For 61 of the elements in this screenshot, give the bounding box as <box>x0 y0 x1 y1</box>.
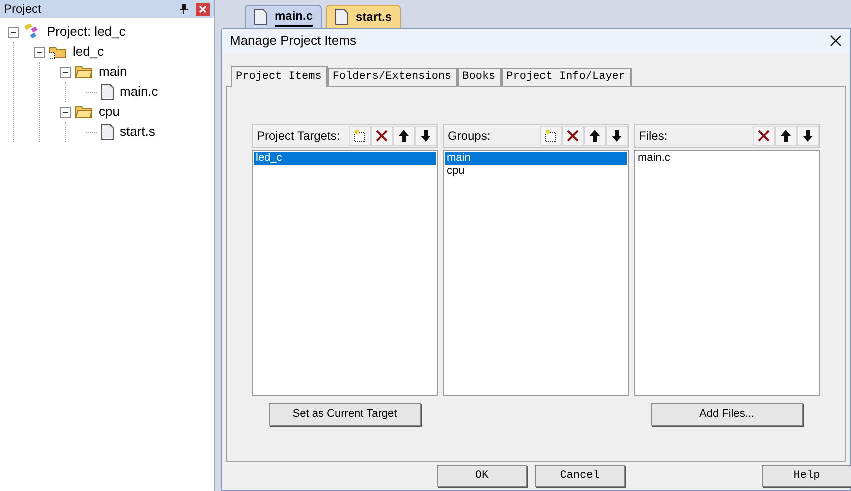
dialog-title: Manage Project Items <box>230 32 356 50</box>
move-up-button[interactable] <box>775 126 797 146</box>
up-arrow-icon <box>589 129 601 143</box>
dialog-button[interactable]: Help <box>762 465 851 487</box>
list-title: Groups: <box>448 128 491 145</box>
file-icon <box>335 9 348 25</box>
tree-item[interactable]: main <box>97 62 130 82</box>
down-arrow-icon <box>611 129 623 143</box>
folder-icon <box>75 105 93 119</box>
tree-item[interactable]: main.c <box>118 82 160 102</box>
file-icon <box>254 9 267 25</box>
collapse-icon[interactable] <box>60 106 71 118</box>
dialog-tab[interactable]: Project Items <box>231 66 328 87</box>
dialog-tab[interactable]: Project Info/Layer <box>502 68 632 86</box>
down-arrow-icon <box>420 129 432 143</box>
list-item[interactable]: led_c <box>254 152 436 165</box>
collapse-icon[interactable] <box>8 26 19 38</box>
pin-icon[interactable] <box>180 4 188 14</box>
list-title: Files: <box>639 128 668 145</box>
editor-tab[interactable]: main.c <box>245 5 322 28</box>
new-item-icon <box>353 129 367 143</box>
list-title: Project Targets: <box>257 128 340 145</box>
tree-item[interactable]: start.s <box>118 122 158 142</box>
delete-button[interactable] <box>371 126 393 146</box>
move-up-button[interactable] <box>393 126 415 146</box>
editor-tab[interactable]: start.s <box>326 5 402 28</box>
new-item-icon <box>544 129 558 143</box>
dialog-button[interactable]: Cancel <box>535 465 625 487</box>
delete-button[interactable] <box>753 126 775 146</box>
dialog-tab[interactable]: Folders/Extensions <box>328 68 458 86</box>
action-button[interactable]: Add Files... <box>651 403 803 426</box>
new-item-button[interactable] <box>540 126 562 146</box>
panel-title: Project <box>4 1 42 18</box>
collapse-icon[interactable] <box>34 46 45 58</box>
dialog-button[interactable]: OK <box>437 465 527 487</box>
up-arrow-icon <box>398 129 410 143</box>
collapse-icon[interactable] <box>60 66 71 78</box>
folder-icon <box>75 65 93 79</box>
move-down-button[interactable] <box>606 126 628 146</box>
delete-icon <box>375 129 389 143</box>
folder-icon <box>49 45 67 59</box>
move-down-button[interactable] <box>415 126 437 146</box>
tree-item[interactable]: cpu <box>97 102 122 122</box>
delete-button[interactable] <box>562 126 584 146</box>
move-up-button[interactable] <box>584 126 606 146</box>
down-arrow-icon <box>802 129 814 143</box>
file-icon <box>101 84 114 100</box>
move-down-button[interactable] <box>797 126 819 146</box>
list-item[interactable]: cpu <box>445 165 627 178</box>
delete-icon <box>757 129 771 143</box>
new-item-button[interactable] <box>349 126 371 146</box>
dialog-tab[interactable]: Books <box>458 68 502 86</box>
tree-item[interactable]: Project: led_c <box>45 22 128 42</box>
close-icon[interactable] <box>830 35 842 47</box>
tree-item[interactable]: led_c <box>71 42 106 62</box>
list-item[interactable]: main.c <box>636 152 818 165</box>
file-icon <box>101 124 114 140</box>
list-item[interactable]: main <box>445 152 627 165</box>
action-button[interactable]: Set as Current Target <box>269 403 421 426</box>
delete-icon <box>566 129 580 143</box>
up-arrow-icon <box>780 129 792 143</box>
